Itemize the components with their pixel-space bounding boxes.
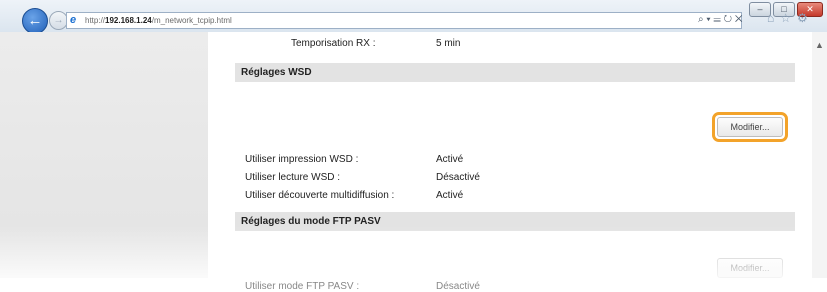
- address-bar[interactable]: e http://192.168.1.24/m_network_tcpip.ht…: [66, 12, 742, 29]
- ftp-pasv-label: Utiliser mode FTP PASV :: [245, 281, 360, 292]
- ie-icon: e: [70, 14, 77, 26]
- rx-timeout-label: Temporisation RX :: [291, 38, 376, 49]
- sidebar: [0, 32, 208, 278]
- wsd-edit-button[interactable]: Modifier...: [717, 117, 783, 137]
- home-icon[interactable]: ⌂: [767, 11, 774, 25]
- address-tools[interactable]: ⌕ ▾ ☰ ↻ ✕: [698, 13, 742, 27]
- wsd-multicast-label: Utiliser découverte multidiffusion :: [245, 190, 395, 201]
- url-prefix: http://: [85, 16, 106, 25]
- url-host: 192.168.1.24: [105, 16, 152, 25]
- url-path: /m_network_tcpip.html: [151, 16, 232, 25]
- scroll-up-icon[interactable]: ▲: [815, 40, 824, 50]
- gear-icon[interactable]: ⚙: [797, 11, 808, 25]
- wsd-multicast-value: Activé: [436, 190, 464, 201]
- browser-nav-icons: ⌂ ☆ ⚙: [767, 11, 808, 25]
- scrollbar[interactable]: [812, 32, 827, 278]
- rx-timeout-value: 5 min: [436, 38, 461, 49]
- ftp-section-title: Réglages du mode FTP PASV: [235, 212, 795, 231]
- wsd-section-title: Réglages WSD: [235, 63, 795, 82]
- ftp-pasv-value: Désactivé: [436, 281, 480, 292]
- wsd-print-value: Activé: [436, 154, 464, 165]
- back-arrow-icon[interactable]: ←: [22, 8, 48, 34]
- ftp-edit-button[interactable]: Modifier...: [717, 258, 783, 278]
- wsd-scan-value: Désactivé: [436, 172, 480, 183]
- wsd-scan-label: Utiliser lecture WSD :: [245, 172, 341, 183]
- wsd-print-label: Utiliser impression WSD :: [245, 154, 359, 165]
- main-content: Temporisation RX : 5 min Réglages WSD Mo…: [208, 32, 812, 292]
- star-icon[interactable]: ☆: [780, 11, 791, 25]
